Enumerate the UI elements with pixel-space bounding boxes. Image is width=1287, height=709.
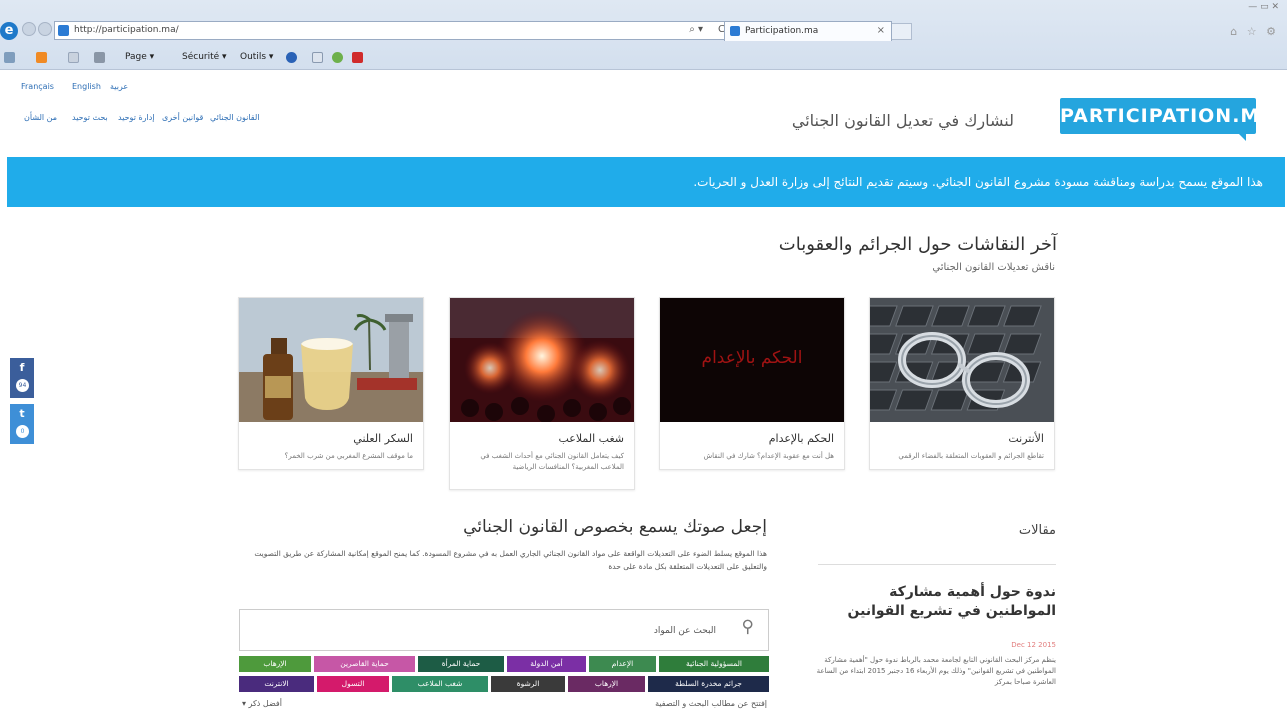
discussion-card-stadium-riots[interactable]: شغب الملاعب كيف يتعامل القانون الجنائي م… [449, 297, 635, 490]
nav-link-4[interactable]: بحث توحيد [72, 113, 108, 122]
address-bar[interactable]: http://participation.ma/ ⌕ ▾ C [54, 21, 734, 40]
tag-women-protection[interactable]: حماية المرأة [418, 656, 504, 672]
article-headline[interactable]: ندوة حول أهمية مشاركة المواطنين في تشريع… [816, 583, 1057, 621]
card-image-caption: الحكم بالإعدام [701, 348, 803, 368]
logo-text: PARTICIPATION.MA [1060, 105, 1277, 127]
banner-text: هذا الموقع يسمح بدراسة ومناقشة مسودة مشر… [693, 175, 1263, 189]
browser-tab[interactable]: Participation.ma × [724, 21, 892, 41]
twitter-share-button[interactable]: t 0 [10, 404, 34, 444]
card-image-flares [450, 298, 634, 422]
card-desc: كيف يتعامل القانون الجنائي مع أحداث الشغ… [480, 452, 624, 471]
tag-state-security[interactable]: أمن الدولة [507, 656, 586, 672]
print-icon[interactable] [94, 52, 105, 63]
tag-abuse-of-power[interactable]: جرائم مخدرة السلطة [648, 676, 769, 692]
tab-favicon-icon [730, 26, 740, 36]
voice-title: إجعل صوتك يسمع بخصوص القانون الجنائي [463, 517, 767, 537]
tag-criminal-liability[interactable]: المسؤولية الجنائية [659, 656, 769, 672]
facebook-icon: f [19, 361, 25, 374]
nav-link-5[interactable]: من الشأن [24, 113, 57, 122]
article-date: Dec 12 2015 [1011, 641, 1056, 649]
twitter-count: 0 [16, 425, 29, 438]
search-icon[interactable]: ⚲ [742, 617, 754, 637]
tag-stadium-riots[interactable]: شغب الملاعب [392, 676, 488, 692]
discussions-subtitle: ناقش تعديلات القانون الجنائي [932, 262, 1055, 273]
article-excerpt: ينظم مركز البحث القانوني التابع لجامعة م… [816, 656, 1056, 686]
site-tagline: لنشارك في تعديل القانون الجنائي [791, 111, 1014, 130]
forward-button[interactable] [38, 22, 52, 36]
tools-menu[interactable]: Outils ▾ [240, 52, 273, 62]
card-title: شغب الملاعب [558, 432, 624, 445]
card-image-death-penalty: الحكم بالإعدام [660, 298, 844, 422]
site-favicon-icon [58, 25, 69, 36]
card-title: الأنترنت [1008, 432, 1044, 445]
tag-terrorism[interactable]: الإرهاب [239, 656, 311, 672]
tag-death-penalty[interactable]: الإعدام [589, 656, 656, 672]
tag-begging[interactable]: التسول [317, 676, 389, 692]
tab-close-icon[interactable]: × [877, 25, 885, 36]
articles-divider [818, 564, 1056, 565]
address-search-icon[interactable]: ⌕ ▾ [689, 24, 703, 35]
discussion-card-internet[interactable]: الأنترنت تقاطع الجرائم و العقوبات المتعل… [869, 297, 1055, 470]
discussion-card-public-drunkenness[interactable]: السكر العلني ما موقف المشرع المغربي من ش… [238, 297, 424, 470]
nav-link-3[interactable]: إدارة توحيد [118, 113, 155, 122]
search-placeholder: البحث عن المواد [653, 626, 716, 636]
nav-link-other-laws[interactable]: قوانين أخرى [162, 113, 203, 122]
site-logo[interactable]: PARTICIPATION.MA [1060, 98, 1277, 141]
tag-terrorism-2[interactable]: الإرهاب [568, 676, 645, 692]
page-menu[interactable]: Page ▾ [125, 52, 154, 62]
security-menu[interactable]: Sécurité ▾ [182, 52, 227, 62]
ie-logo-icon[interactable]: e [0, 22, 18, 40]
help-icon[interactable] [286, 52, 297, 63]
filter-toggle-link[interactable]: إفتتح عن مطالب البحث و التصفية [655, 699, 767, 708]
new-tab-button[interactable] [892, 23, 912, 40]
info-banner: هذا الموقع يسمح بدراسة ومناقشة مسودة مشر… [7, 157, 1285, 207]
card-desc: هل أنت مع عقوبة الإعدام؟ شارك في النقاش [703, 452, 834, 460]
sort-dropdown[interactable]: أفضل ذكر ▾ [242, 699, 282, 708]
nav-link-criminal-law[interactable]: القانون الجنائي [210, 113, 260, 122]
card-title: الحكم بالإعدام [768, 432, 834, 445]
browser-toolbar-icons[interactable]: ⌂ ☆ ⚙ [1230, 25, 1279, 38]
rss-icon[interactable] [36, 52, 47, 63]
card-desc: تقاطع الجرائم و العقوبات المتعلقة بالفضا… [898, 452, 1044, 460]
addon-k-icon[interactable] [352, 52, 363, 63]
back-button[interactable] [22, 22, 36, 36]
lang-arabic-link[interactable]: عربية [110, 82, 128, 91]
addon-icon[interactable] [332, 52, 343, 63]
lang-french-link[interactable]: Français [21, 82, 54, 91]
discussion-card-death-penalty[interactable]: الحكم بالإعدام الحكم بالإعدام هل أنت مع … [659, 297, 845, 470]
voice-text: هذا الموقع يسلط الضوء على التعديلات الوا… [254, 549, 767, 571]
card-title: السكر العلني [353, 432, 413, 445]
twitter-icon: t [19, 407, 25, 420]
card-desc: ما موقف المشرع المغربي من شرب الخمر؟ [284, 452, 413, 460]
tag-bribery[interactable]: الرشوة [491, 676, 565, 692]
window-controls[interactable]: — ▭ ✕ [1248, 2, 1279, 12]
research-icon[interactable] [312, 52, 323, 63]
url-text: http://participation.ma/ [74, 25, 179, 35]
facebook-count: 94 [16, 379, 29, 392]
command-bar: Page ▾ Sécurité ▾ Outils ▾ [0, 48, 1287, 68]
discussions-title: آخر النقاشات حول الجرائم والعقوبات [778, 234, 1057, 255]
browser-chrome: e http://participation.ma/ ⌕ ▾ C Partici… [0, 0, 1287, 70]
tag-internet[interactable]: الانترنت [239, 676, 314, 692]
lang-english-link[interactable]: English [72, 82, 101, 91]
home-icon[interactable] [4, 52, 15, 63]
tag-minors-protection[interactable]: حماية القاصرين [314, 656, 415, 672]
card-image-handcuffs [870, 298, 1054, 422]
card-image-beer [239, 298, 423, 422]
tab-title: Participation.ma [745, 26, 819, 36]
articles-title: مقالات [1018, 523, 1056, 538]
mail-icon[interactable] [68, 52, 79, 63]
article-search-input[interactable]: البحث عن المواد ⚲ [239, 609, 769, 651]
facebook-share-button[interactable]: f 94 [10, 358, 34, 398]
